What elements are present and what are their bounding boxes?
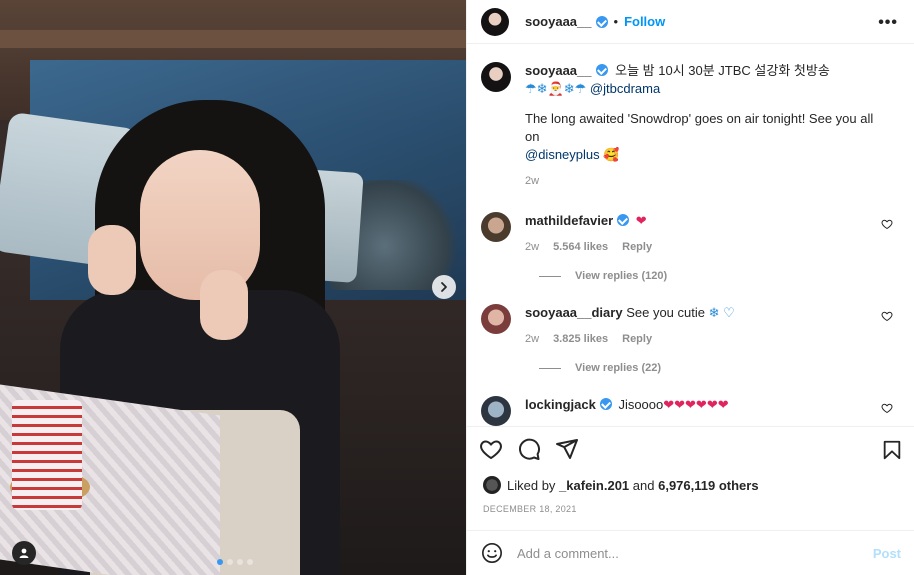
photo-cake <box>12 400 82 510</box>
comment-avatar[interactable] <box>481 396 511 426</box>
instagram-post-modal: sooyaaa__ • Follow ••• sooyaaa__ 오늘 밤 10… <box>0 0 914 575</box>
carousel-dot <box>227 559 233 565</box>
comment-emoji: ❤❤❤❤❤❤ <box>663 397 729 412</box>
carousel-dot <box>237 559 243 565</box>
user-icon <box>19 548 29 558</box>
verified-badge-icon <box>599 398 612 410</box>
verified-badge-icon <box>617 214 630 226</box>
author-avatar[interactable] <box>481 7 509 36</box>
carousel-next-button[interactable] <box>432 275 456 299</box>
comment-time[interactable]: 2w <box>525 238 539 256</box>
share-paper-plane-icon[interactable] <box>555 437 579 461</box>
post-header: sooyaaa__ • Follow ••• <box>467 0 914 44</box>
add-comment-bar: Post <box>467 530 914 575</box>
tagged-users-button[interactable] <box>12 541 36 565</box>
like-heart-icon[interactable] <box>479 437 503 461</box>
comments-list[interactable]: sooyaaa__ 오늘 밤 10시 30분 JTBC 설강화 첫방송 ☂❄🎅❄… <box>467 44 914 426</box>
comment-item: mathildefavier ❤ 2w 5.564 likes Reply <box>481 212 901 256</box>
comment-meta: 2w 3.825 likes Reply <box>525 330 885 348</box>
verified-badge-icon <box>595 15 608 28</box>
comment-body: lockingjack Jisoooo❤❤❤❤❤❤ <box>525 396 885 426</box>
comment-bubble-icon[interactable] <box>517 437 541 461</box>
view-replies-label[interactable]: View replies (22) <box>575 362 661 374</box>
caption-time[interactable]: 2w <box>525 172 539 190</box>
caption-emojis: ☂❄🎅❄☂ <box>525 81 587 96</box>
comment-username[interactable]: lockingjack <box>525 397 596 412</box>
comment-body: sooyaaa__diary See you cutie ❄ ♡ 2w 3.82… <box>525 304 885 348</box>
comment-emoji: ❄ ♡ <box>708 305 735 320</box>
carousel-dot <box>247 559 253 565</box>
replies-divider-line <box>539 367 561 369</box>
comment-reply-button[interactable]: Reply <box>622 238 652 256</box>
carousel-dot <box>217 559 223 565</box>
save-bookmark-icon[interactable] <box>881 439 903 461</box>
carousel-indicator <box>217 559 253 565</box>
photo-bg-rail <box>0 30 466 48</box>
comment-likes[interactable]: 5.564 likes <box>553 238 608 256</box>
view-replies-link[interactable]: View replies (120) <box>539 270 901 282</box>
post-side-panel: sooyaaa__ • Follow ••• sooyaaa__ 오늘 밤 10… <box>466 0 914 575</box>
comment-body: mathildefavier ❤ 2w 5.564 likes Reply <box>525 212 885 256</box>
comment-text: See you cutie <box>626 305 705 320</box>
comment-text: Jisoooo <box>618 397 664 412</box>
comment-username[interactable]: mathildefavier <box>525 213 613 228</box>
follow-button[interactable]: Follow <box>624 14 665 29</box>
post-photo[interactable] <box>0 0 466 575</box>
photo-figure-hand-left <box>88 225 136 295</box>
replies-divider-line <box>539 275 561 277</box>
likes-prefix: Liked by <box>507 477 556 493</box>
chevron-right-icon <box>441 282 447 292</box>
caption-mention[interactable]: @jtbcdrama <box>590 81 660 96</box>
separator-dot: • <box>613 14 619 29</box>
comment-like-heart-icon[interactable] <box>881 402 893 414</box>
view-replies-link[interactable]: View replies (22) <box>539 362 901 374</box>
caption-line1: 오늘 밤 10시 30분 JTBC 설강화 첫방송 <box>615 63 830 78</box>
comment-reply-button[interactable]: Reply <box>622 330 652 348</box>
more-options-icon[interactable]: ••• <box>878 14 898 32</box>
likes-summary: Liked by _kafein.201 and 6,976,119 other… <box>483 476 759 494</box>
action-icons <box>479 437 903 461</box>
comment-time[interactable]: 2w <box>525 330 539 348</box>
comment-emoji: ❤ <box>635 213 647 228</box>
caption-body: sooyaaa__ 오늘 밤 10시 30분 JTBC 설강화 첫방송 ☂❄🎅❄… <box>525 62 885 190</box>
comment-like-heart-icon[interactable] <box>881 218 893 230</box>
caption-line2: The long awaited 'Snowdrop' goes on air … <box>525 111 874 144</box>
comment-username[interactable]: sooyaaa__diary <box>525 305 623 320</box>
action-bar <box>467 426 914 474</box>
caption-mention-2[interactable]: @disneyplus <box>525 147 600 162</box>
comment-item: lockingjack Jisoooo❤❤❤❤❤❤ <box>481 396 901 426</box>
comment-avatar[interactable] <box>481 304 511 334</box>
post-date[interactable]: DECEMBER 18, 2021 <box>483 504 577 514</box>
emoji-smiley-icon[interactable] <box>481 542 503 564</box>
verified-badge-icon <box>595 64 608 76</box>
caption-username[interactable]: sooyaaa__ <box>525 63 592 78</box>
caption-avatar[interactable] <box>481 62 511 92</box>
comment-meta: 2w 5.564 likes Reply <box>525 238 885 256</box>
comment-like-heart-icon[interactable] <box>881 310 893 322</box>
photo-figure-hand-right <box>200 270 248 340</box>
comment-likes[interactable]: 3.825 likes <box>553 330 608 348</box>
post-comment-button[interactable]: Post <box>873 546 901 561</box>
caption-meta: 2w <box>525 172 885 190</box>
comment-input[interactable] <box>517 545 873 561</box>
comment-item: sooyaaa__diary See you cutie ❄ ♡ 2w 3.82… <box>481 304 901 348</box>
view-replies-label[interactable]: View replies (120) <box>575 270 667 282</box>
caption: sooyaaa__ 오늘 밤 10시 30분 JTBC 설강화 첫방송 ☂❄🎅❄… <box>481 62 901 190</box>
liker-avatar[interactable] <box>483 476 501 494</box>
caption-end-emoji: 🥰 <box>603 147 620 162</box>
comment-avatar[interactable] <box>481 212 511 242</box>
author-username[interactable]: sooyaaa__ <box>525 14 592 29</box>
liker-username[interactable]: _kafein.201 <box>559 478 629 493</box>
likes-others-link[interactable]: 6,976,119 others <box>658 478 758 493</box>
likes-and: and <box>632 477 655 493</box>
